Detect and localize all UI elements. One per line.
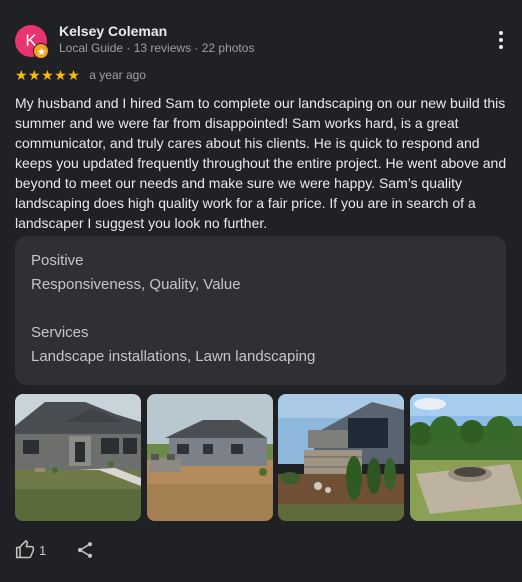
review-actions: 1 xyxy=(15,538,95,562)
review-header: K Kelsey Coleman Local Guide · 13 review… xyxy=(15,22,507,59)
star-icon xyxy=(37,47,45,55)
local-guide-badge-icon xyxy=(33,43,49,59)
attribute-label-services: Services xyxy=(31,324,89,341)
attribute-value-services: Landscape installations, Lawn landscapin… xyxy=(31,348,316,365)
more-vert-icon xyxy=(499,31,503,49)
review-time: a year ago xyxy=(89,68,146,82)
review-text: My husband and I hired Sam to complete o… xyxy=(15,95,507,231)
reviewer-name[interactable]: Kelsey Coleman xyxy=(59,23,167,39)
thumb-up-icon xyxy=(15,540,35,559)
review-photo-house-front[interactable] xyxy=(15,394,141,521)
review-photos xyxy=(15,394,522,521)
like-count: 1 xyxy=(39,542,47,558)
rating-row: ★★★★★ a year ago xyxy=(15,67,146,83)
attribute-label-positive: Positive xyxy=(31,252,84,269)
review-attributes: Positive Responsiveness, Quality, Value … xyxy=(15,236,506,385)
review-card: K Kelsey Coleman Local Guide · 13 review… xyxy=(0,0,522,582)
like-button[interactable]: 1 xyxy=(15,540,46,560)
share-button[interactable] xyxy=(75,540,95,560)
review-photo-fire-pit[interactable] xyxy=(410,394,522,521)
review-photo-stone-wall[interactable] xyxy=(278,394,404,521)
share-icon xyxy=(78,542,93,558)
attribute-value-positive: Responsiveness, Quality, Value xyxy=(31,276,241,293)
review-photo-backyard[interactable] xyxy=(147,394,273,521)
reviewer-meta: Local Guide · 13 reviews · 22 photos xyxy=(59,41,255,55)
more-options-button[interactable] xyxy=(489,28,513,52)
star-rating: ★★★★★ xyxy=(15,67,81,83)
